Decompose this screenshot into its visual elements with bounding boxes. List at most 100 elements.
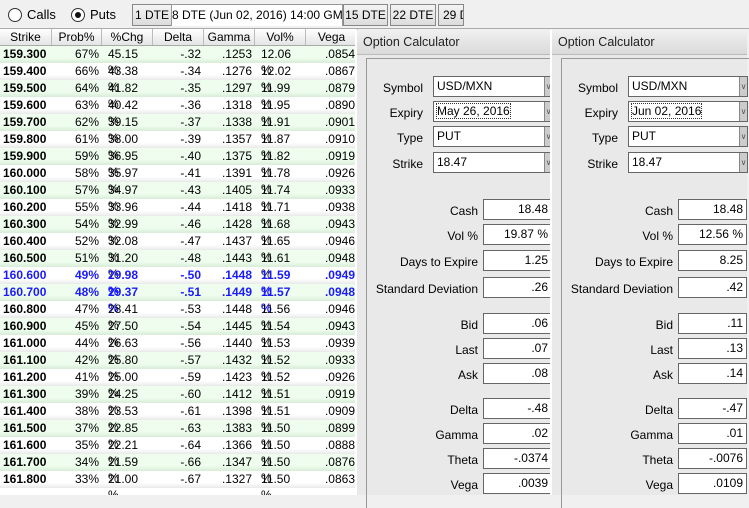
radio-circle-icon	[8, 7, 22, 22]
tab-15-dte[interactable]: 15 DTE	[343, 4, 388, 26]
symbol-dropdown[interactable]: USD/MXN ∨	[433, 76, 553, 97]
column-header-strike[interactable]: Strike	[0, 29, 52, 45]
vega-field[interactable]: .0039	[483, 473, 552, 494]
tab-22-dte[interactable]: 22 DTE	[390, 4, 436, 26]
table-row[interactable]: 159.700 62% 39.15 % -.37 .1338 11.91 % .0901	[0, 114, 358, 145]
option-calculator-panel: Option Calculator Symbol USD/MXN ∨ Expiry Jun…	[550, 30, 749, 508]
table-row[interactable]: 161.500 37% 22.85 % -.63 .1383 11.50 % .0899	[0, 420, 358, 451]
cell-vol: 11.51 %	[261, 387, 291, 417]
chevron-down-icon[interactable]: ∨	[739, 153, 747, 172]
cell-delta: -.47	[180, 234, 201, 248]
cell-vol: 11.50 %	[261, 438, 291, 468]
vega-field[interactable]: .0109	[678, 473, 747, 494]
column-header-delta[interactable]: Delta	[153, 29, 204, 45]
table-row[interactable]: 161.100 42% 25.80 % -.57 .1432 11.52 % .0933	[0, 352, 358, 383]
standard-deviation-field[interactable]: .26	[483, 277, 552, 298]
table-row[interactable]: 161.400 38% 23.53 % -.61 .1398 11.51 % .0909	[0, 403, 358, 434]
table-row[interactable]: 160.100 57% 34.97 % -.43 .1405 11.74 % .0933	[0, 182, 358, 213]
theta-field[interactable]: -.0374	[483, 448, 552, 469]
table-row[interactable]: 161.800 33% 21.00 % -.67 .1327 11.50 % .0863	[0, 471, 358, 495]
expiry-dropdown[interactable]: May 26, 2016 ∨	[433, 101, 553, 122]
vol-field[interactable]: 19.87 %	[483, 224, 552, 245]
table-row[interactable]: 160.200 55% 33.96 % -.44 .1418 11.71 % .0938	[0, 199, 358, 230]
type-dropdown[interactable]: PUT ∨	[628, 126, 748, 147]
cash-field[interactable]: 18.48	[678, 199, 747, 220]
days-to-expire-field[interactable]: 8.25	[678, 250, 747, 271]
cell-strike: 161.200	[3, 370, 47, 384]
table-row[interactable]: 159.300 67% 45.15 % -.32 .1253 12.06 % .0854	[0, 46, 358, 77]
table-row[interactable]: 161.300 39% 24.25 % -.60 .1412 11.51 % .0919	[0, 386, 358, 417]
type-dropdown[interactable]: PUT ∨	[433, 126, 553, 147]
bid-field[interactable]: .11	[678, 313, 747, 334]
cell-prob: 57%	[74, 183, 99, 197]
table-row[interactable]: 159.500 64% 41.82 % -.35 .1297 11.99 % .0879	[0, 80, 358, 111]
chevron-down-icon[interactable]: ∨	[739, 77, 747, 96]
puts-radio[interactable]: Puts	[71, 7, 116, 22]
table-row[interactable]: 160.500 51% 31.20 % -.48 .1443 11.61 % .0948	[0, 250, 358, 281]
table-row[interactable]: 161.600 35% 22.21 % -.64 .1366 11.50 % .0888	[0, 437, 358, 468]
table-row[interactable]: 161.200 41% 25.00 % -.59 .1423 11.52 % .0926	[0, 369, 358, 400]
chevron-down-icon[interactable]: ∨	[739, 127, 747, 146]
table-row[interactable]: 160.900 45% 27.50 % -.54 .1445 11.54 % .0943	[0, 318, 358, 349]
theta-field[interactable]: -.0076	[678, 448, 747, 469]
strike-dropdown[interactable]: 18.47 ∨	[628, 152, 748, 173]
ask-field[interactable]: .08	[483, 363, 552, 384]
cell-vol: 11.91 %	[261, 115, 291, 145]
tab-1-dte[interactable]: 1 DTE	[132, 4, 172, 26]
table-row[interactable]: 159.800 61% 38.00 % -.39 .1357 11.87 % .0910	[0, 131, 358, 162]
table-row[interactable]: 159.600 63% 40.42 % -.36 .1318 11.95 % .0890	[0, 97, 358, 128]
standard-deviation-field[interactable]: .42	[678, 277, 747, 298]
table-row[interactable]: 159.400 66% 43.38 % -.34 .1276 12.02 % .0867	[0, 63, 358, 94]
column-header-gamma[interactable]: Gamma	[204, 29, 255, 45]
ask-field[interactable]: .14	[678, 363, 747, 384]
cell-vol: 11.78 %	[261, 166, 291, 196]
cell-vega: .0946	[324, 234, 355, 248]
column-header-prob[interactable]: Prob%	[52, 29, 102, 45]
cell-vega: .0919	[324, 149, 355, 163]
expiry-value: May 26, 2016	[436, 103, 511, 119]
cell-prob: 63%	[74, 98, 99, 112]
table-row[interactable]: 160.800 47% 28.41 % -.53 .1448 11.56 % .0946	[0, 301, 358, 332]
calls-radio[interactable]: Calls	[8, 7, 56, 22]
delta-field[interactable]: -.47	[678, 398, 747, 419]
table-row[interactable]: 161.000 44% 26.63 % -.56 .1440 11.53 % .0939	[0, 335, 358, 366]
type-label: Type	[396, 131, 423, 145]
table-row[interactable]: 160.300 54% 32.99 % -.46 .1428 11.68 % .0943	[0, 216, 358, 247]
cell-prob: 42%	[74, 353, 99, 367]
table-row[interactable]: 159.900 59% 36.95 % -.40 .1375 11.82 % .0919	[0, 148, 358, 179]
cell-prob: 41%	[74, 370, 99, 384]
cell-strike: 160.800	[3, 302, 47, 316]
column-header-vol[interactable]: Vol%	[255, 29, 306, 45]
tab-29-dte[interactable]: 29 DTE	[438, 4, 464, 26]
table-row[interactable]: 160.700 48% 29.37 % -.51 .1449 11.57 % .0948	[0, 284, 358, 315]
cell-vol: 11.52 %	[261, 370, 291, 400]
expiry-dropdown[interactable]: Jun 02, 2016 ∨	[628, 101, 748, 122]
table-row[interactable]: 161.700 34% 21.59 % -.66 .1347 11.50 % .0876	[0, 454, 358, 485]
gamma-field[interactable]: .02	[483, 423, 552, 444]
symbol-dropdown[interactable]: USD/MXN ∨	[628, 76, 748, 97]
strike-label: Strike	[587, 157, 618, 171]
bid-field[interactable]: .06	[483, 313, 552, 334]
strike-dropdown[interactable]: 18.47 ∨	[433, 152, 553, 173]
vol-field[interactable]: 12.56 %	[678, 224, 747, 245]
cell-prob: 45%	[74, 319, 99, 333]
tab-8-dte[interactable]: 8 DTE (Jun 02, 2016) 14:00 GMT	[171, 4, 343, 26]
gamma-field[interactable]: .01	[678, 423, 747, 444]
gamma-label: Gamma	[630, 428, 673, 442]
cash-field[interactable]: 18.48	[483, 199, 552, 220]
last-field[interactable]: .07	[483, 338, 552, 359]
column-header-vega[interactable]: Vega	[306, 29, 358, 45]
cell-gamma: .1443	[221, 251, 252, 265]
days-to-expire-field[interactable]: 1.25	[483, 250, 552, 271]
cell-chg: 36.95 %	[108, 149, 139, 179]
table-row[interactable]: 160.000 58% 35.97 % -.41 .1391 11.78 % .0926	[0, 165, 358, 196]
last-field[interactable]: .13	[678, 338, 747, 359]
column-header-chg[interactable]: %Chg	[102, 29, 153, 45]
standard-deviation-label: Standard Deviation	[570, 282, 673, 296]
cell-delta: -.44	[180, 200, 201, 214]
cell-prob: 35%	[74, 438, 99, 452]
table-row[interactable]: 160.600 49% 29.98 % -.50 .1448 11.59 % .0949	[0, 267, 358, 298]
delta-field[interactable]: -.48	[483, 398, 552, 419]
chevron-down-icon[interactable]: ∨	[739, 102, 747, 121]
table-row[interactable]: 160.400 52% 32.08 % -.47 .1437 11.65 % .0946	[0, 233, 358, 264]
